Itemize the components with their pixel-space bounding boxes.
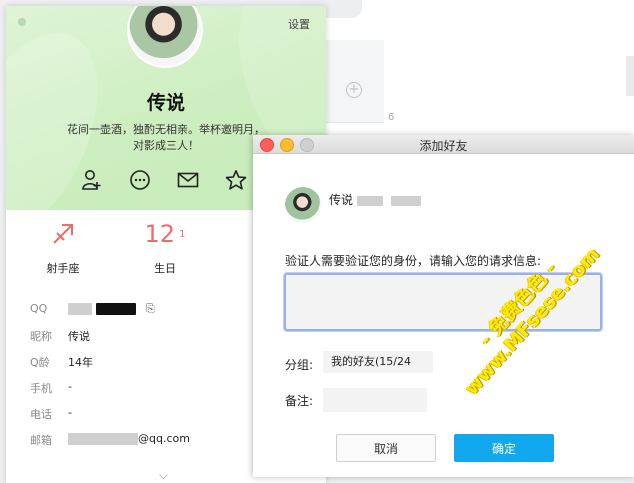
close-dot-icon[interactable] [18, 18, 26, 26]
avatar-photo [129, 6, 201, 66]
redacted-text [357, 195, 384, 206]
mail-icon[interactable] [176, 168, 200, 192]
redacted-text [391, 195, 422, 206]
target-user-nickname: 传说 [329, 193, 354, 207]
stat-birthday: 12 1 生日 [130, 218, 200, 276]
birthday-label: 生日 [154, 262, 176, 275]
email-domain: @qq.com [138, 432, 190, 445]
profile-nickname: 传说 [146, 92, 185, 114]
sagittarius-icon [28, 218, 98, 250]
verification-prompt: 验证人需要验证您的身份，请输入您的请求信息: [285, 254, 542, 268]
redacted-text [68, 433, 138, 445]
redacted-text [68, 303, 92, 315]
info-key: Q龄 [30, 356, 50, 369]
info-value: 14年 [68, 356, 93, 369]
badge-count: 6 [388, 112, 395, 123]
chat-bubble-icon[interactable] [128, 168, 152, 192]
confirm-button[interactable]: 确定 [454, 434, 554, 462]
remark-input[interactable] [323, 388, 427, 412]
star-icon[interactable] [224, 168, 248, 192]
info-value: - [68, 380, 72, 393]
group-label: 分组: [285, 358, 314, 372]
info-key: QQ [30, 302, 48, 315]
profile-actions [80, 168, 250, 192]
info-key: 邮箱 [30, 434, 52, 447]
info-key: 手机 [30, 382, 52, 395]
info-value: @qq.com [68, 432, 190, 445]
copy-icon[interactable]: ⎘ [146, 302, 155, 315]
info-value: 传说 [68, 330, 90, 343]
avatar [285, 187, 321, 223]
calendar-icon: 12 1 [130, 218, 200, 250]
dialog-titlebar: 添加好友 [253, 135, 634, 154]
stat-zodiac: 射手座 [28, 218, 98, 276]
settings-link[interactable]: 设置 [288, 16, 310, 32]
group-select[interactable]: 我的好友(15/24 [323, 351, 433, 373]
info-key: 电话 [30, 408, 52, 421]
redacted-text [96, 303, 136, 315]
cancel-button[interactable]: 取消 [336, 434, 436, 462]
info-key: 昵称 [30, 330, 52, 343]
profile-signature: 花间一壶酒，独酌无相亲。举杯邀明月，对影成三人！ [67, 123, 265, 152]
info-value: - [68, 406, 72, 419]
add-friend-icon[interactable] [80, 168, 104, 192]
avatar[interactable] [127, 6, 203, 68]
remark-label: 备注: [285, 394, 314, 408]
birthday-month: 12 [144, 220, 176, 248]
add-plus-icon[interactable]: + [346, 82, 362, 98]
chevron-down-icon[interactable]: ⌵ [159, 468, 168, 483]
info-value: ⎘ [68, 302, 155, 316]
zodiac-label: 射手座 [46, 262, 80, 275]
target-user-name: 传说 [329, 191, 422, 208]
add-friend-dialog: 添加好友 传说 验证人需要验证您的身份，请输入您的请求信息: 分组: 我的好友(… [253, 135, 634, 477]
scrollbar[interactable] [626, 56, 634, 96]
dialog-title: 添加好友 [419, 139, 468, 153]
birthday-day: 1 [179, 229, 186, 240]
